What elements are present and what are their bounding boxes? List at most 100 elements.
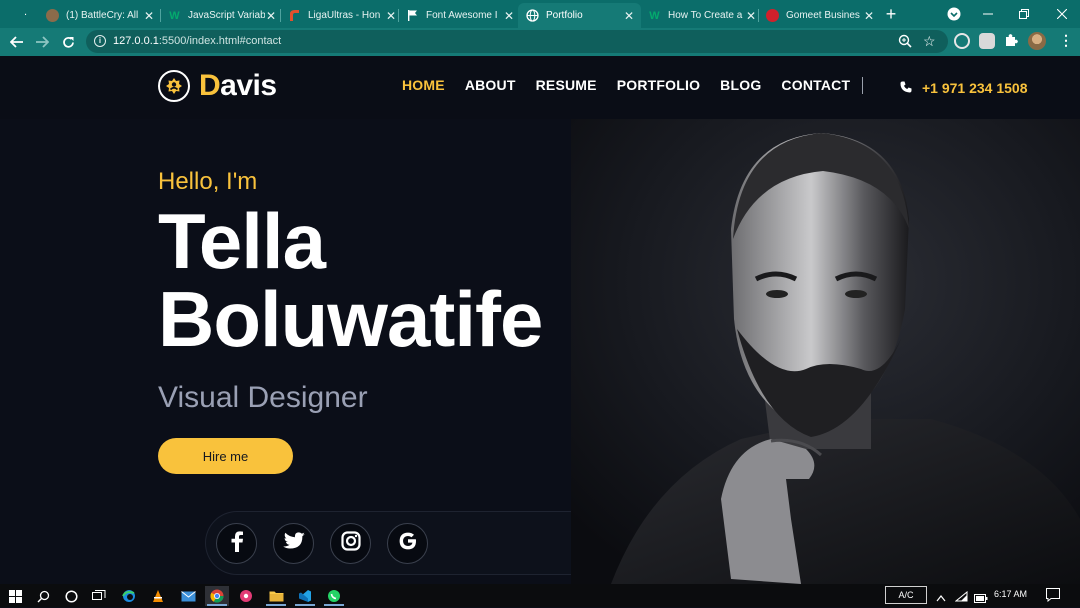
battery-icon[interactable]	[974, 590, 988, 608]
reload-icon[interactable]	[58, 32, 78, 52]
social-links	[205, 511, 571, 575]
tab-overflow-marker: .	[24, 6, 28, 18]
nav-about[interactable]: ABOUT	[465, 77, 516, 93]
tab-ligaultras[interactable]: LigaUltras - Hon ✕	[280, 3, 403, 28]
nav-home[interactable]: HOME	[402, 77, 445, 93]
task-view-icon[interactable]	[87, 586, 111, 606]
tab-close-icon[interactable]: ✕	[745, 9, 757, 23]
twitter-icon	[282, 532, 305, 555]
gomeet-icon	[766, 9, 779, 22]
tab-title: Font Awesome I	[426, 10, 498, 21]
w3-icon: W	[649, 9, 660, 22]
recorder-icon[interactable]	[234, 586, 258, 606]
instagram-icon	[340, 531, 361, 556]
extension-circle-icon[interactable]	[954, 33, 970, 49]
tab-portfolio[interactable]: Portfolio ✕	[518, 3, 641, 28]
flag-icon	[406, 9, 419, 22]
tab-close-icon[interactable]: ✕	[623, 9, 635, 23]
facebook-link[interactable]	[216, 523, 257, 564]
nav-blog[interactable]: BLOG	[720, 77, 761, 93]
ligaultras-icon	[288, 9, 301, 22]
windows-taskbar: A/C 6:17 AM	[0, 584, 1080, 607]
ac-indicator[interactable]: A/C	[885, 586, 927, 604]
extension-square-icon[interactable]	[979, 33, 995, 49]
whatsapp-icon[interactable]	[322, 586, 346, 606]
forward-arrow-icon[interactable]	[32, 32, 52, 52]
clock-time[interactable]: 6:17 AM	[994, 589, 1027, 599]
tab-close-icon[interactable]: ✕	[385, 9, 397, 23]
tab-how-to-create[interactable]: W How To Create a ✕	[640, 3, 763, 28]
back-arrow-icon[interactable]	[7, 32, 27, 52]
nav-divider	[862, 77, 863, 94]
new-tab-plus-icon[interactable]: +	[876, 0, 906, 28]
google-icon	[398, 531, 418, 556]
close-window-icon[interactable]	[1044, 0, 1080, 28]
tab-close-icon[interactable]: ✕	[863, 9, 875, 23]
zoom-icon[interactable]	[898, 34, 912, 53]
hero-greeting: Hello, I'm	[158, 168, 258, 195]
tab-close-icon[interactable]: ✕	[143, 9, 155, 23]
tab-title: (1) BattleCry: All	[66, 10, 139, 21]
vlc-icon[interactable]	[146, 586, 170, 606]
logo-badge-icon	[158, 70, 190, 102]
globe-icon	[526, 9, 539, 22]
address-bar[interactable]: i 127.0.0.1:5500/index.html#contact ☆	[86, 30, 948, 53]
portfolio-page: Davis HOME ABOUT RESUME PORTFOLIO BLOG C…	[0, 56, 1080, 584]
browser-tab-strip: . (1) BattleCry: All ✕ W JavaScript Vari…	[0, 0, 1080, 28]
phone-icon	[900, 80, 912, 96]
chrome-menu-icon[interactable]: ⋮	[1059, 33, 1073, 47]
logo-text: Davis	[199, 69, 277, 102]
instagram-link[interactable]	[330, 523, 371, 564]
edge-icon[interactable]	[117, 586, 141, 606]
tab-battlecry[interactable]: (1) BattleCry: All ✕	[38, 3, 161, 28]
tab-close-icon[interactable]: ✕	[503, 9, 515, 23]
nav-resume[interactable]: RESUME	[536, 77, 597, 93]
wifi-icon[interactable]	[954, 589, 968, 607]
bookmark-star-icon[interactable]: ☆	[923, 33, 936, 50]
extensions-puzzle-icon[interactable]	[1004, 33, 1019, 53]
main-nav: HOME ABOUT RESUME PORTFOLIO BLOG CONTACT	[402, 77, 850, 93]
hire-me-button[interactable]: Hire me	[158, 438, 293, 474]
restore-icon[interactable]	[1006, 0, 1042, 28]
url-text: 127.0.0.1:5500/index.html#contact	[113, 35, 282, 47]
tab-title: LigaUltras - Hon	[308, 10, 381, 21]
hero-name-line-1: Tella	[158, 197, 326, 285]
site-info-icon[interactable]: i	[94, 35, 106, 47]
hero-name-line-2: Boluwatife	[158, 275, 543, 363]
tab-gomeet[interactable]: Gomeet Busines ✕	[758, 3, 881, 28]
search-icon[interactable]	[31, 586, 55, 606]
battlecry-avatar-icon	[46, 9, 59, 22]
nav-portfolio[interactable]: PORTFOLIO	[617, 77, 700, 93]
tab-font-awesome[interactable]: Font Awesome I ✕	[398, 3, 521, 28]
tab-javascript-variables[interactable]: W JavaScript Variab ✕	[160, 3, 283, 28]
hero-role: Visual Designer	[158, 381, 368, 414]
tab-title: How To Create a	[668, 10, 743, 21]
w3-icon: W	[169, 9, 180, 22]
chrome-taskbar-icon[interactable]	[205, 586, 229, 606]
tab-title: JavaScript Variab	[188, 10, 265, 21]
notifications-icon[interactable]	[1046, 588, 1060, 607]
nav-contact[interactable]: CONTACT	[781, 77, 850, 93]
vscode-icon[interactable]	[293, 586, 317, 606]
hero-name: Tella Boluwatife	[158, 197, 543, 363]
hero-portrait-image	[571, 119, 1080, 584]
tab-close-icon[interactable]: ✕	[265, 9, 277, 23]
profile-avatar[interactable]	[1028, 32, 1046, 50]
cortana-icon[interactable]	[59, 586, 83, 606]
facebook-icon	[230, 530, 244, 557]
tab-title: Portfolio	[546, 10, 583, 21]
site-header: Davis HOME ABOUT RESUME PORTFOLIO BLOG C…	[0, 56, 1080, 119]
phone-number: +1 971 234 1508	[922, 80, 1028, 96]
tab-search-icon[interactable]	[936, 0, 972, 28]
browser-toolbar: i 127.0.0.1:5500/index.html#contact ☆ ⋮	[0, 28, 1080, 56]
google-link[interactable]	[387, 523, 428, 564]
phone-contact[interactable]: +1 971 234 1508	[900, 80, 1028, 96]
site-logo[interactable]: Davis	[158, 69, 277, 103]
minimize-icon[interactable]	[970, 0, 1006, 28]
twitter-link[interactable]	[273, 523, 314, 564]
windows-start-icon[interactable]	[3, 586, 27, 606]
tray-chevron-up-icon[interactable]	[936, 589, 946, 607]
tab-title: Gomeet Busines	[786, 10, 860, 21]
file-explorer-icon[interactable]	[264, 586, 288, 606]
mail-icon[interactable]	[176, 586, 200, 606]
